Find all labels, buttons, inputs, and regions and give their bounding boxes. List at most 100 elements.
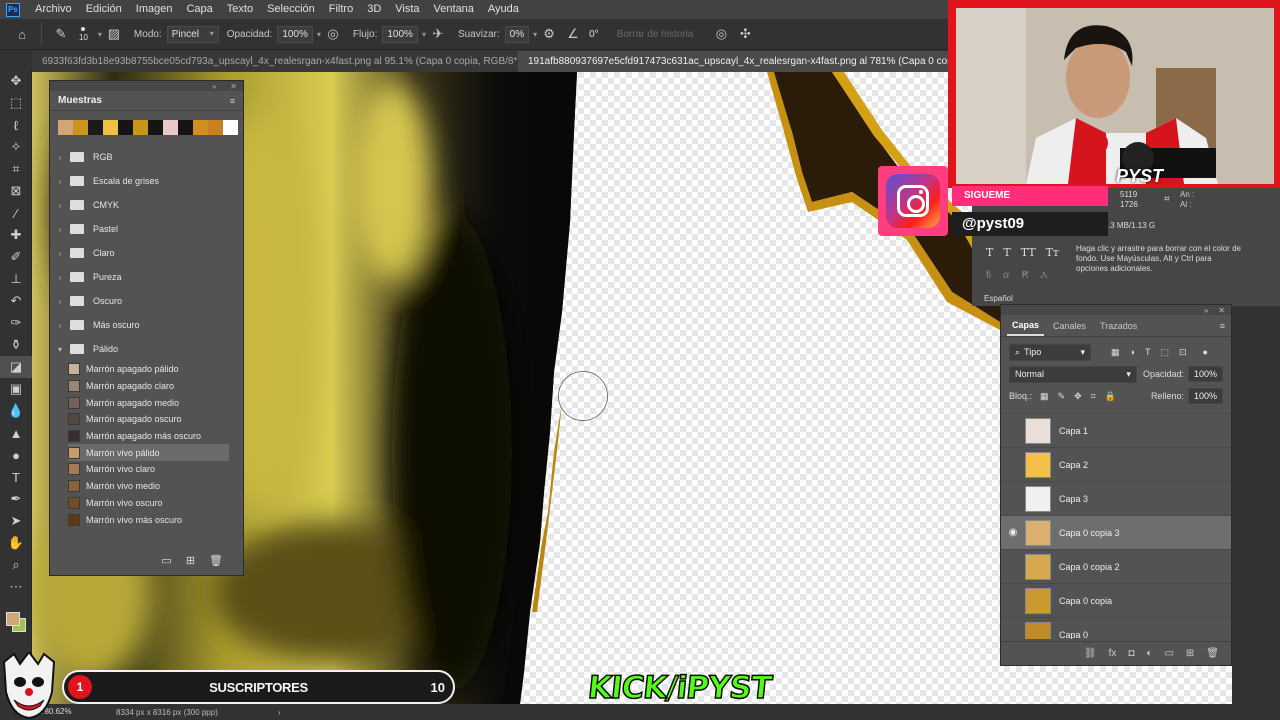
chevron-right-icon[interactable]: › (50, 177, 70, 186)
menu-archivo[interactable]: Archivo (28, 0, 79, 19)
pen-tool-icon[interactable]: ✒ (0, 488, 32, 510)
fx-icon[interactable]: fx (1109, 648, 1117, 659)
swatch-folder[interactable]: › Escala de grises (50, 169, 243, 193)
recent-swatch[interactable] (163, 120, 178, 135)
smooth-input[interactable]: 0% (504, 25, 530, 43)
menu-imagen[interactable]: Imagen (129, 0, 180, 19)
menu-capa[interactable]: Capa (179, 0, 219, 19)
menu-texto[interactable]: Texto (220, 0, 260, 19)
recent-swatch[interactable] (148, 120, 163, 135)
tab-canales[interactable]: Canales (1048, 317, 1091, 335)
recent-swatch[interactable] (193, 120, 208, 135)
fill-input[interactable]: 100% (1187, 388, 1223, 404)
adjustment-filter-icon[interactable]: ◑ (1130, 347, 1135, 358)
layer-row[interactable]: Capa 0 copia (1001, 583, 1231, 617)
hand-tool-icon[interactable]: ✋ (0, 532, 32, 554)
ordinal-icon[interactable]: Ⲁ (1041, 270, 1048, 281)
recent-swatch[interactable] (88, 120, 103, 135)
pixel-filter-icon[interactable]: ▦ (1111, 347, 1120, 358)
swatch-folder[interactable]: › Oscuro (50, 289, 243, 313)
filter-toggle-icon[interactable]: ● (1203, 347, 1208, 358)
pressure-size-icon[interactable]: ◎ (713, 26, 729, 42)
tab-capas[interactable]: Capas (1007, 316, 1045, 336)
pressure-opacity-icon[interactable]: ◎ (325, 26, 341, 42)
recent-swatch[interactable] (118, 120, 133, 135)
photoshop-logo-icon[interactable]: Ps (6, 2, 20, 17)
swatch-item[interactable]: Marrón vivo más oscuro (68, 511, 229, 528)
swatch-item[interactable]: Marrón apagado claro (68, 378, 229, 395)
recent-swatch[interactable] (58, 120, 73, 135)
smart-object-filter-icon[interactable]: ⊡ (1179, 347, 1187, 358)
marquee-tool-icon[interactable]: ⬚ (0, 92, 32, 114)
menu-ventana[interactable]: Ventana (427, 0, 481, 19)
chevron-down-icon[interactable]: ▾ (533, 30, 537, 39)
path-selection-tool-icon[interactable]: ➤ (0, 510, 32, 532)
swatch-item[interactable]: Marrón apagado oscuro (68, 411, 229, 428)
type-tool-icon[interactable]: T (0, 466, 32, 488)
swatch-item[interactable]: Marrón vivo medio (68, 478, 229, 495)
link-layers-icon[interactable]: ⛓ (1084, 648, 1097, 659)
new-group-icon[interactable]: ▭ (1164, 648, 1173, 659)
erase-history-checkbox[interactable]: Borrar de historia (617, 29, 694, 40)
chevron-right-icon[interactable]: › (50, 297, 70, 306)
new-layer-icon[interactable]: ⊞ (1186, 648, 1194, 659)
flow-input[interactable]: 100% (382, 25, 418, 43)
zoom-tool-icon[interactable]: ⌕ (0, 554, 32, 576)
eye-icon[interactable]: ◉ (1001, 527, 1025, 538)
text-regular-icon[interactable]: T (986, 246, 993, 259)
menu-ayuda[interactable]: Ayuda (481, 0, 526, 19)
frame-tool-icon[interactable]: ⊠ (0, 180, 32, 202)
mixer-brush-tool-icon[interactable]: ✑ (0, 312, 32, 334)
crop-tool-icon[interactable]: ⌗ (0, 158, 32, 180)
blur-tool-icon[interactable]: 💧 (0, 400, 32, 422)
swatch-folder[interactable]: › RGB (50, 145, 243, 169)
chevron-right-icon[interactable]: › (278, 708, 281, 717)
eraser-tool-icon[interactable]: ◪ (0, 356, 32, 378)
collapse-icon[interactable]: » (1204, 306, 1208, 315)
recent-swatch[interactable] (208, 120, 223, 135)
recent-swatch[interactable] (103, 120, 118, 135)
panel-menu-icon[interactable]: ≡ (230, 96, 235, 106)
history-brush-tool-icon[interactable]: ↶ (0, 290, 32, 312)
recent-swatch[interactable] (178, 120, 193, 135)
language-select[interactable]: Español (984, 294, 1013, 303)
recent-swatch[interactable] (133, 120, 148, 135)
close-icon[interactable]: ✕ (1218, 306, 1225, 315)
more-tools-icon[interactable]: ⋯ (0, 576, 32, 598)
layer-row[interactable]: ◉ Capa 0 copia 3 (1001, 515, 1231, 549)
layer-row[interactable]: Capa 0 copia 2 (1001, 549, 1231, 583)
chevron-right-icon[interactable]: › (50, 201, 70, 210)
gradient-tool-icon[interactable]: ▣ (0, 378, 32, 400)
swatch-folder[interactable]: › Pastel (50, 217, 243, 241)
menu-vista[interactable]: Vista (388, 0, 426, 19)
foreground-color-swatch[interactable] (6, 612, 20, 626)
home-icon[interactable]: ⌂ (14, 26, 30, 42)
layer-opacity-input[interactable]: 100% (1187, 366, 1223, 382)
chevron-right-icon[interactable]: › (50, 321, 70, 330)
menu-seleccion[interactable]: Selección (260, 0, 322, 19)
eyedropper-tool-icon[interactable]: ⁄ (0, 202, 32, 224)
paint-bucket-tool-icon[interactable]: ⚱ (0, 334, 32, 356)
lock-artboard-icon[interactable]: ⌗ (1091, 391, 1096, 402)
angle-icon[interactable]: ∠ (565, 26, 581, 42)
swatch-item[interactable]: Marrón vivo claro (68, 461, 229, 478)
chevron-right-icon[interactable]: › (50, 153, 70, 162)
text-allcaps-icon[interactable]: TT (1021, 246, 1036, 259)
chevron-down-icon[interactable]: ▾ (98, 30, 102, 39)
panel-menu-icon[interactable]: ≡ (1220, 321, 1225, 331)
tab-document-2[interactable]: 191afb880937697e5cfd917473c631ac_upscayl… (518, 51, 948, 72)
mode-select[interactable]: Pincel ▾ (166, 25, 219, 43)
magic-wand-tool-icon[interactable]: ✧ (0, 136, 32, 158)
collapse-icon[interactable]: » (212, 82, 216, 91)
brush-tool-icon[interactable]: ✐ (0, 246, 32, 268)
swatch-item[interactable]: Marrón vivo oscuro (68, 495, 229, 512)
tab-trazados[interactable]: Trazados (1095, 317, 1142, 335)
menu-3d[interactable]: 3D (360, 0, 388, 19)
menu-filtro[interactable]: Filtro (322, 0, 360, 19)
recent-swatch[interactable] (223, 120, 238, 135)
gear-icon[interactable]: ⚙ (541, 26, 557, 42)
new-group-icon[interactable]: ▭ (161, 554, 171, 567)
layer-row[interactable]: Capa 1 (1001, 413, 1231, 447)
healing-brush-tool-icon[interactable]: ✚ (0, 224, 32, 246)
opacity-input[interactable]: 100% (277, 25, 313, 43)
